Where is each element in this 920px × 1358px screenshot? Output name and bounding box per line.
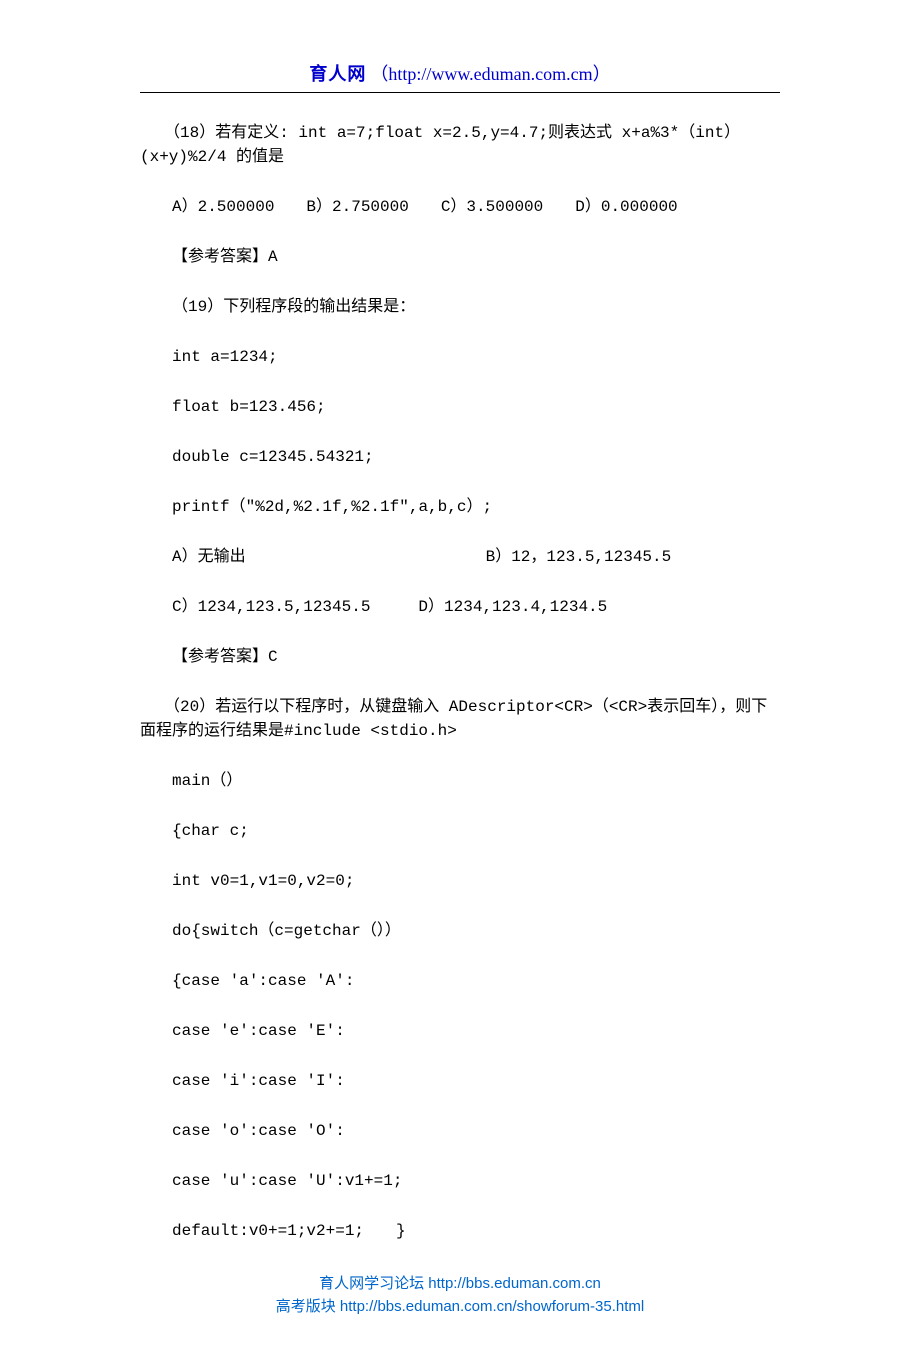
code-line-case-a: {case ′a′:case ′A′: <box>140 969 780 993</box>
code-line-default: default:v0+=1;v2+=1; } <box>140 1219 780 1243</box>
code-line-char-c: {char c; <box>140 819 780 843</box>
code-line-case-i: case ′i′:case ′I′: <box>140 1069 780 1093</box>
question-19-options-cd: C）1234,123.5,12345.5 D）1234,123.4,1234.5 <box>140 595 780 619</box>
question-18-options: A）2.500000 B）2.750000 C）3.500000 D）0.000… <box>140 195 780 219</box>
header-site-name: 育人网 <box>309 64 366 84</box>
code-line-main: main（） <box>140 769 780 793</box>
question-19: （19）下列程序段的输出结果是： <box>140 295 780 319</box>
page-header: 育人网 （http://www.eduman.com.cm） <box>140 60 780 93</box>
question-19-answer: 【参考答案】C <box>140 645 780 669</box>
code-line-double-c: double c=12345.54321; <box>140 445 780 469</box>
code-line-case-u: case ′u′:case ′U′:v1+=1; <box>140 1169 780 1193</box>
footer-section-link: 高考版块 http://bbs.eduman.com.cn/showforum-… <box>140 1296 780 1319</box>
question-20: （20）若运行以下程序时，从键盘输入 ADescriptor<CR>（<CR>表… <box>140 695 780 743</box>
question-19-options-ab: A）无输出 B）12，123.5,12345.5 <box>140 545 780 569</box>
code-line-do-switch: do{switch（c=getchar（）） <box>140 919 780 943</box>
code-line-int-v: int v0=1,v1=0,v2=0; <box>140 869 780 893</box>
question-18: （18）若有定义: int a=7;float x=2.5,y=4.7;则表达式… <box>140 121 780 169</box>
code-line-float-b: float b=123.456; <box>140 395 780 419</box>
code-line-case-e: case ′e′:case ′E′: <box>140 1019 780 1043</box>
footer-forum-link: 育人网学习论坛 http://bbs.eduman.com.cn <box>140 1273 780 1296</box>
code-line-printf: printf（"%2d,%2.1f,%2.1f",a,b,c）; <box>140 495 780 519</box>
page-footer: 育人网学习论坛 http://bbs.eduman.com.cn 高考版块 ht… <box>140 1273 780 1318</box>
code-line-int-a: int a=1234; <box>140 345 780 369</box>
header-url: （http://www.eduman.com.cm） <box>370 64 610 84</box>
page-container: 育人网 （http://www.eduman.com.cm） （18）若有定义:… <box>0 0 920 1358</box>
question-18-answer: 【参考答案】A <box>140 245 780 269</box>
code-line-case-o: case ′o′:case ′O′: <box>140 1119 780 1143</box>
